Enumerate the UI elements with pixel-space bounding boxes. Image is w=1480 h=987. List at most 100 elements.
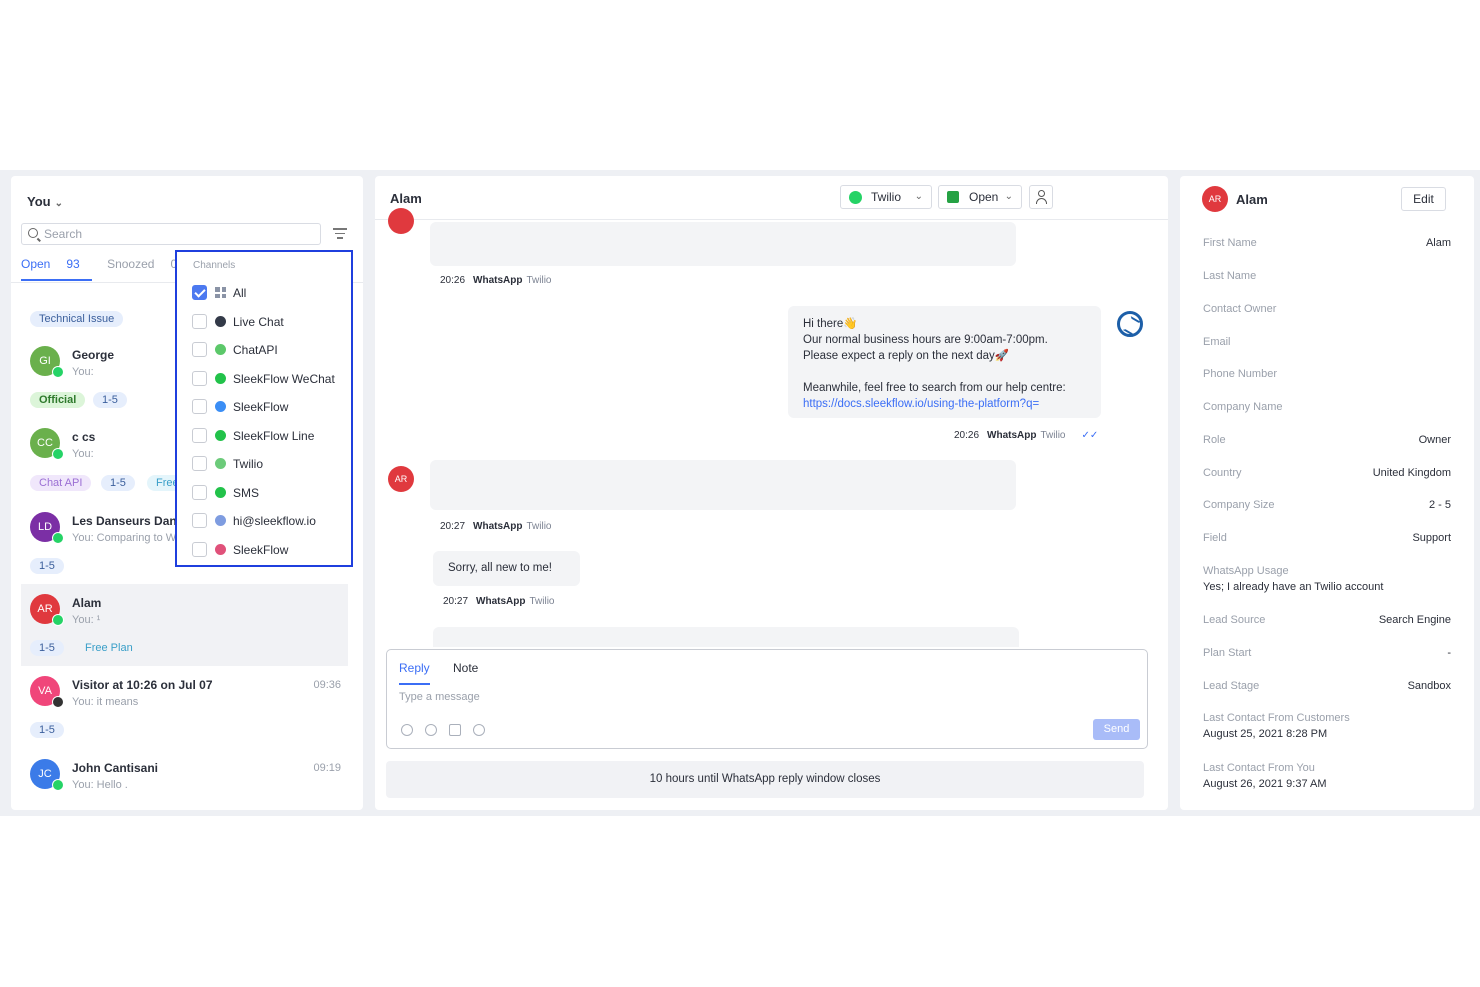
profile-field: Field Support: [1203, 532, 1451, 544]
chevron-down-icon: ⌄: [1004, 191, 1013, 202]
microphone-icon[interactable]: [473, 724, 485, 736]
message-bubble: [430, 222, 1016, 266]
field-label: Plan Start: [1203, 647, 1252, 659]
status-select[interactable]: Open ⌄: [938, 185, 1022, 209]
help-centre-link[interactable]: https://docs.sleekflow.io/using-the-plat…: [803, 396, 1086, 412]
tab-open[interactable]: Open 93: [21, 257, 92, 281]
message-preview: You:: [72, 448, 94, 460]
tab-reply[interactable]: Reply: [399, 661, 430, 685]
field-value[interactable]: -: [1447, 647, 1451, 659]
twilio-icon: [215, 458, 226, 469]
checkbox[interactable]: [192, 541, 207, 557]
field-value[interactable]: Alam: [1426, 237, 1451, 249]
message-input[interactable]: Type a message: [399, 691, 480, 703]
message-bubble: Sorry, all new to me!: [433, 551, 580, 586]
filter-icon[interactable]: [333, 228, 347, 242]
checkbox[interactable]: [192, 399, 207, 414]
field-value[interactable]: Search Engine: [1379, 614, 1451, 626]
profile-field: Email: [1203, 336, 1451, 348]
assign-user-button[interactable]: [1029, 185, 1053, 209]
field-label: Contact Owner: [1203, 303, 1277, 315]
tab-note[interactable]: Note: [453, 661, 478, 675]
field-label: Last Name: [1203, 270, 1257, 282]
tag: Technical Issue: [30, 311, 124, 327]
field-label: Role: [1203, 434, 1226, 446]
checkbox[interactable]: [192, 484, 207, 500]
channel-label: SMS: [233, 485, 260, 500]
double-check-icon: ✓✓: [1081, 430, 1099, 441]
field-value[interactable]: Sandbox: [1408, 680, 1451, 692]
channel-label: SleekFlow: [233, 542, 289, 557]
field-label: WhatsApp Usage: [1203, 565, 1289, 577]
profile-field: Country United Kingdom: [1203, 467, 1451, 479]
tag: 1-5: [30, 722, 64, 738]
checkbox[interactable]: [192, 513, 207, 528]
field-value[interactable]: Owner: [1419, 434, 1451, 446]
field-label: Company Size: [1203, 499, 1275, 511]
message-line: [803, 364, 1086, 380]
channel-label: SleekFlow WeChat: [233, 371, 335, 386]
conversation-title: Alam: [390, 191, 422, 206]
message-bubble: [430, 460, 1016, 510]
checkbox[interactable]: [192, 285, 207, 300]
field-label: First Name: [1203, 237, 1257, 249]
message-meta: 20:26 WhatsApp Twilio ✓✓: [954, 430, 1099, 441]
field-value[interactable]: 2 - 5: [1429, 499, 1451, 511]
channel-label: SleekFlow: [233, 400, 289, 414]
message-preview: You:: [72, 366, 94, 378]
channel-select[interactable]: Twilio ⌄: [840, 185, 932, 209]
user-icon: [1038, 190, 1045, 197]
field-value[interactable]: United Kingdom: [1373, 467, 1451, 479]
whatsapp-icon: [52, 448, 64, 460]
tag: 1-5: [30, 640, 64, 656]
whatsapp-icon: [52, 779, 64, 791]
field-label: Last Contact From You: [1203, 762, 1315, 774]
assignee-filter[interactable]: You ⌄: [27, 194, 63, 209]
message-meta: 20:26 WhatsApp Twilio: [440, 275, 552, 286]
tag: 1-5: [101, 475, 135, 491]
field-label: Country: [1203, 467, 1242, 479]
send-button[interactable]: Send: [1093, 719, 1140, 740]
profile-field: Contact Owner: [1203, 303, 1451, 315]
tag: 1-5: [30, 558, 64, 574]
field-value[interactable]: August 25, 2021 8:28 PM: [1203, 728, 1451, 740]
reply-window-notice: 10 hours until WhatsApp reply window clo…: [386, 761, 1144, 798]
profile-field: Last Contact From Customers August 25, 20…: [1203, 712, 1451, 740]
whatsapp-icon: [849, 191, 862, 204]
checkbox[interactable]: [192, 456, 207, 471]
live-chat-icon: [215, 315, 226, 327]
edit-button[interactable]: Edit: [1401, 187, 1446, 211]
profile-field: First Name Alam: [1203, 237, 1451, 249]
checkbox[interactable]: [192, 342, 207, 357]
field-value[interactable]: Yes; I already have an Twilio account: [1203, 581, 1451, 593]
message-line: Hi there👋: [803, 318, 858, 330]
chatapi-icon: [215, 344, 226, 355]
message-line: Meanwhile, feel free to search from our …: [803, 382, 1066, 394]
attachment-icon[interactable]: [425, 724, 437, 736]
checkbox[interactable]: [192, 427, 207, 443]
channel-label: Twilio: [233, 457, 264, 471]
message-bubble: [433, 627, 1019, 647]
wechat-icon: [215, 372, 226, 384]
profile-field: Phone Number: [1203, 368, 1451, 380]
search-input[interactable]: Search: [21, 223, 321, 245]
channel-label: SleekFlow Line: [233, 428, 315, 443]
field-label: Field: [1203, 532, 1227, 544]
message-preview: You: Comparing to W: [72, 532, 177, 544]
contact-name: Visitor at 10:26 on Jul 07: [72, 678, 213, 692]
field-value[interactable]: Support: [1412, 532, 1451, 544]
search-placeholder: Search: [44, 227, 83, 241]
checkbox[interactable]: [192, 313, 207, 329]
template-icon[interactable]: [449, 724, 461, 736]
message-preview: You: ¹: [72, 614, 101, 626]
emoji-icon[interactable]: [401, 724, 413, 736]
field-value[interactable]: August 26, 2021 9:37 AM: [1203, 778, 1451, 790]
sleekflow-logo-icon: [1117, 311, 1143, 337]
field-label: Last Contact From Customers: [1203, 712, 1350, 724]
checkbox[interactable]: [192, 370, 207, 386]
sms-icon: [215, 486, 226, 498]
instagram-icon: [215, 543, 226, 555]
timestamp: 09:19: [313, 762, 341, 774]
channel-label: Live Chat: [233, 314, 284, 329]
profile-field: Lead Source Search Engine: [1203, 614, 1451, 626]
